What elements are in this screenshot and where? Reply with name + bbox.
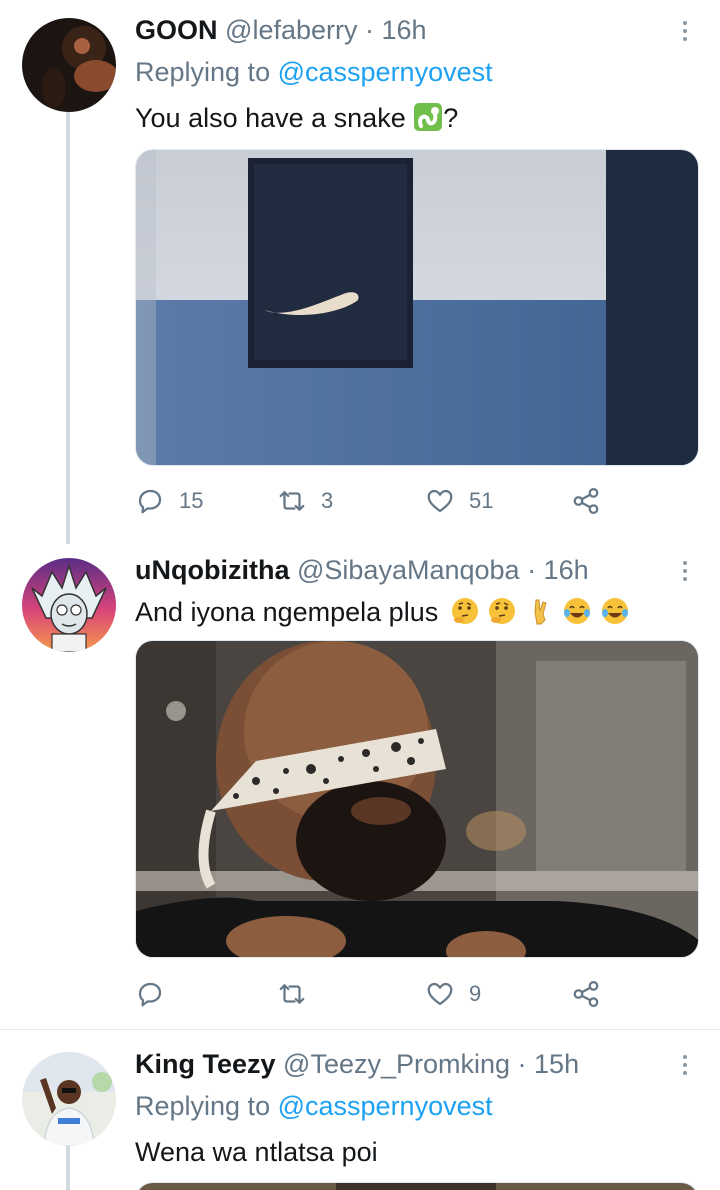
tweet-actions: 15 3 51 (135, 481, 615, 521)
tweet-text-body: You also have a snake (135, 103, 406, 133)
tweet-header: King Teezy @Teezy_Promking · 15h (135, 1046, 579, 1082)
replying-to: Replying to @casspernyovest (135, 54, 493, 90)
tweet-text-body: Wena wa ntlatsa poi (135, 1137, 378, 1167)
display-name[interactable]: uNqobizitha (135, 555, 289, 585)
tears-of-joy-emoji-icon (601, 598, 628, 624)
timestamp[interactable]: · 15h (510, 1049, 580, 1079)
thread-line (66, 1142, 70, 1190)
tweet-media-image[interactable] (135, 149, 699, 466)
thinking-face-emoji-icon (451, 598, 478, 624)
tweet-header: uNqobizitha @SibayaManqoba · 16h (135, 552, 589, 588)
tweet-text: Wena wa ntlatsa poi (135, 1134, 378, 1170)
username[interactable]: @SibayaManqoba (297, 555, 520, 585)
tweet-unqobizitha[interactable]: uNqobizitha @SibayaManqoba · 16h And iyo… (0, 540, 720, 1030)
more-vertical-icon[interactable] (674, 1050, 696, 1080)
reply-icon (138, 982, 162, 1007)
tweet-goon[interactable]: GOON @lefaberry · 16h Replying to @cassp… (0, 0, 720, 544)
avatar[interactable] (22, 18, 116, 112)
reply-count: 15 (179, 488, 204, 513)
avatar[interactable] (22, 558, 116, 652)
thread-line (66, 112, 70, 544)
like-button[interactable]: 51 (425, 481, 493, 521)
more-vertical-icon[interactable] (674, 16, 696, 46)
like-icon (427, 982, 453, 1006)
replying-label: Replying to (135, 1091, 271, 1121)
snake-emoji-icon (414, 103, 443, 131)
tears-of-joy-emoji-icon (564, 598, 591, 624)
tweet-media-image[interactable] (135, 1182, 699, 1190)
replying-to: Replying to @casspernyovest (135, 1088, 493, 1124)
retweet-icon (279, 984, 305, 1004)
reply-button[interactable]: 15 (135, 481, 203, 521)
timestamp[interactable]: · 16h (520, 555, 589, 585)
username[interactable]: @lefaberry (225, 15, 357, 45)
display-name[interactable]: GOON (135, 15, 218, 45)
tweet-king-teezy[interactable]: King Teezy @Teezy_Promking · 15h Replyin… (0, 1030, 720, 1190)
tweet-text: And iyona ngempela plus (135, 594, 630, 630)
replying-to-link[interactable]: @casspernyovest (278, 57, 493, 87)
share-icon (573, 488, 599, 514)
replying-to-link[interactable]: @casspernyovest (278, 1091, 493, 1121)
share-icon (573, 981, 599, 1007)
tweet-text-body: And iyona ngempela plus (135, 597, 439, 627)
reply-button[interactable] (135, 974, 179, 1014)
tweet-media-image[interactable] (135, 640, 699, 958)
display-name[interactable]: King Teezy (135, 1049, 276, 1079)
thinking-face-emoji-icon (489, 598, 516, 624)
tweet-text: You also have a snake ? (135, 100, 458, 136)
tweet-header: GOON @lefaberry · 16h (135, 12, 427, 48)
like-count: 51 (469, 488, 494, 513)
share-button[interactable] (571, 974, 601, 1014)
timestamp[interactable]: · 16h (358, 15, 427, 45)
like-count: 9 (469, 981, 482, 1006)
tweet-text-suffix: ? (443, 103, 459, 133)
like-button[interactable]: 9 (425, 974, 481, 1014)
retweet-count: 3 (321, 488, 334, 513)
like-icon (427, 489, 453, 513)
avatar[interactable] (22, 1052, 116, 1146)
retweet-icon (279, 491, 305, 511)
replying-label: Replying to (135, 57, 271, 87)
username[interactable]: @Teezy_Promking (283, 1049, 510, 1079)
more-vertical-icon[interactable] (674, 556, 696, 586)
share-button[interactable] (571, 481, 601, 521)
retweet-button[interactable]: 3 (277, 481, 333, 521)
reply-icon (138, 489, 162, 514)
crossed-fingers-emoji-icon (534, 599, 547, 625)
retweet-button[interactable] (277, 974, 321, 1014)
tweet-actions: 9 (135, 974, 615, 1014)
